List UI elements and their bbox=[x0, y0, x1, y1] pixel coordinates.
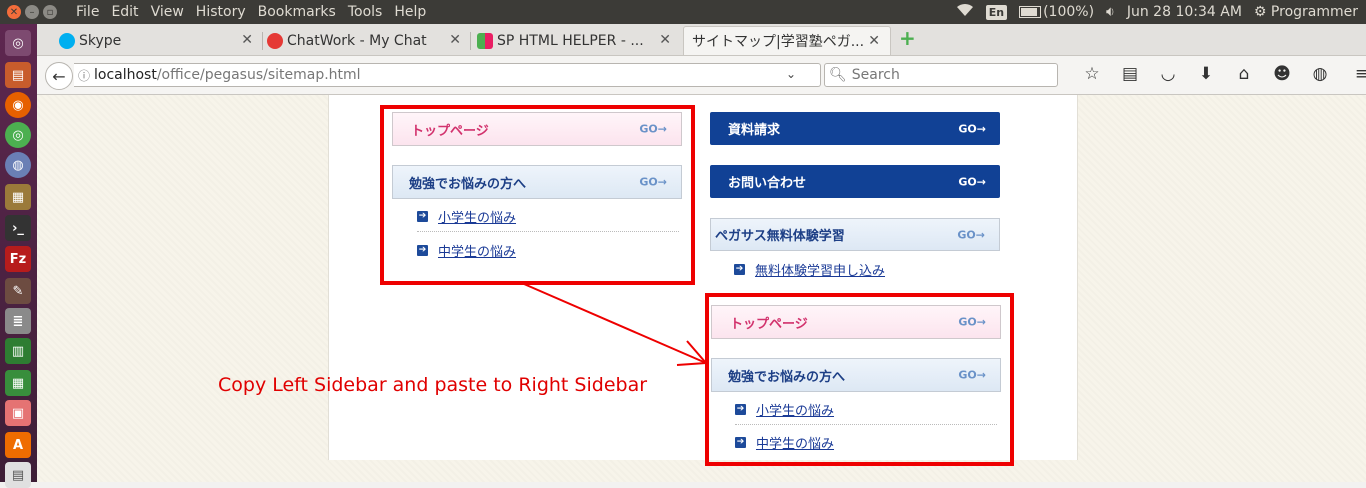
search-icon: 🔍︎ bbox=[829, 67, 847, 83]
tab-close-icon[interactable]: ✕ bbox=[241, 32, 253, 48]
tab-sitemap[interactable]: サイトマップ|学習塾ペガ... ✕ bbox=[683, 26, 891, 55]
home-icon[interactable]: ⌂ bbox=[1225, 64, 1263, 84]
document-icon[interactable]: ▥ bbox=[5, 338, 31, 364]
url-bar[interactable]: ⓘ localhost/office/pegasus/sitemap.html … bbox=[74, 63, 850, 87]
menu-history[interactable]: History bbox=[190, 3, 252, 21]
hamburger-menu-icon[interactable]: ≡ bbox=[1343, 64, 1366, 84]
software-center-icon[interactable]: A bbox=[5, 432, 31, 458]
skype-icon bbox=[59, 33, 75, 49]
database-icon[interactable]: ≣ bbox=[5, 308, 31, 334]
browser-nav-bar: ← ⓘ localhost/office/pegasus/sitemap.htm… bbox=[37, 56, 1366, 95]
pocket-icon[interactable]: ◡ bbox=[1149, 64, 1187, 84]
chrome-icon[interactable]: ◎ bbox=[5, 122, 31, 148]
user-menu[interactable]: ⚙ Programmer bbox=[1254, 4, 1358, 20]
toolbar-icons: ☆ ▤ ◡ ⬇ ⌂ ☻ ◍ ≡ bbox=[1073, 64, 1366, 84]
hello-icon[interactable]: ☻ bbox=[1263, 64, 1301, 84]
annotation-arrow-icon bbox=[523, 283, 709, 366]
firefox-icon[interactable]: ◉ bbox=[5, 92, 31, 118]
system-indicators: En (100%) 🔉︎ Jun 28 10:34 AM ⚙ Programme… bbox=[956, 0, 1366, 24]
new-tab-plus-icon[interactable]: + bbox=[899, 28, 916, 48]
bookmark-star-icon[interactable]: ☆ bbox=[1073, 64, 1111, 84]
keyboard-layout-indicator[interactable]: En bbox=[985, 4, 1008, 20]
tab-chatwork[interactable]: ChatWork - My Chat ✕ bbox=[263, 26, 471, 55]
menu-file[interactable]: File bbox=[70, 3, 105, 21]
app-menubar: File Edit View History Bookmarks Tools H… bbox=[70, 3, 432, 21]
window-minimize-button[interactable]: – bbox=[25, 5, 39, 19]
text-editor-icon[interactable]: ▦ bbox=[5, 184, 31, 210]
ubuntu-launcher: ◎ ▤ ◉ ◎ ◍ ▦ ›_ Fz ✎ ≣ ▥ ▦ ▣ A ▤ bbox=[0, 24, 37, 488]
window-close-button[interactable]: ✕ bbox=[7, 5, 21, 19]
chatwork-icon bbox=[267, 33, 283, 49]
sync-icon[interactable]: ◍ bbox=[1301, 64, 1339, 84]
window-maximize-button[interactable]: ▫ bbox=[43, 5, 57, 19]
wifi-icon[interactable] bbox=[956, 3, 974, 21]
slack-icon bbox=[477, 33, 493, 49]
files-icon[interactable]: ▤ bbox=[5, 62, 31, 88]
reading-list-icon[interactable]: ▤ bbox=[1111, 64, 1149, 84]
url-host: localhost bbox=[94, 67, 157, 83]
download-icon[interactable]: ⬇ bbox=[1187, 64, 1225, 84]
battery-indicator[interactable]: (100%) bbox=[1019, 4, 1094, 20]
chevron-down-icon[interactable]: ⌄ bbox=[786, 67, 796, 81]
battery-icon bbox=[1019, 6, 1042, 18]
spreadsheet-icon[interactable]: ▦ bbox=[5, 370, 31, 396]
browser-tab-bar: Skype ✕ ChatWork - My Chat ✕ SP HTML HEL… bbox=[37, 24, 1366, 56]
search-input[interactable]: 🔍︎ Search bbox=[824, 63, 1058, 87]
menu-help[interactable]: Help bbox=[388, 3, 432, 21]
tab-close-icon[interactable]: ✕ bbox=[449, 32, 461, 48]
menu-tools[interactable]: Tools bbox=[342, 3, 389, 21]
tab-close-icon[interactable]: ✕ bbox=[659, 32, 671, 48]
url-path: /office/pegasus/sitemap.html bbox=[156, 67, 361, 83]
tab-close-icon[interactable]: ✕ bbox=[868, 33, 880, 49]
tools-icon[interactable]: ✎ bbox=[5, 278, 31, 304]
browser-icon[interactable]: ◍ bbox=[5, 152, 31, 178]
dash-icon[interactable]: ◎ bbox=[5, 30, 31, 56]
gear-icon: ⚙ bbox=[1253, 4, 1267, 20]
tab-sp-html-helper[interactable]: SP HTML HELPER - ... ✕ bbox=[473, 26, 681, 55]
annotation-text: Copy Left Sidebar and paste to Right Sid… bbox=[218, 374, 648, 396]
menu-edit[interactable]: Edit bbox=[105, 3, 144, 21]
volume-icon[interactable]: 🔉︎ bbox=[1106, 4, 1115, 20]
clock[interactable]: Jun 28 10:34 AM bbox=[1127, 4, 1242, 20]
menu-view[interactable]: View bbox=[145, 3, 190, 21]
back-arrow-icon[interactable]: ← bbox=[45, 62, 73, 90]
presentation-icon[interactable]: ▣ bbox=[5, 400, 31, 426]
menu-bookmarks[interactable]: Bookmarks bbox=[252, 3, 342, 21]
system-top-panel: ✕ – ▫ File Edit View History Bookmarks T… bbox=[0, 0, 1366, 24]
terminal-icon[interactable]: ›_ bbox=[5, 215, 31, 241]
page-viewport: トップページ GO→ 勉強でお悩みの方へ GO→ ➔ 小学生の悩み ➔ 中学生の… bbox=[37, 95, 1366, 482]
info-icon[interactable]: ⓘ bbox=[74, 67, 94, 84]
filezilla-icon[interactable]: Fz bbox=[5, 246, 31, 272]
tab-skype[interactable]: Skype ✕ bbox=[55, 26, 263, 55]
archive-icon[interactable]: ▤ bbox=[5, 462, 31, 488]
